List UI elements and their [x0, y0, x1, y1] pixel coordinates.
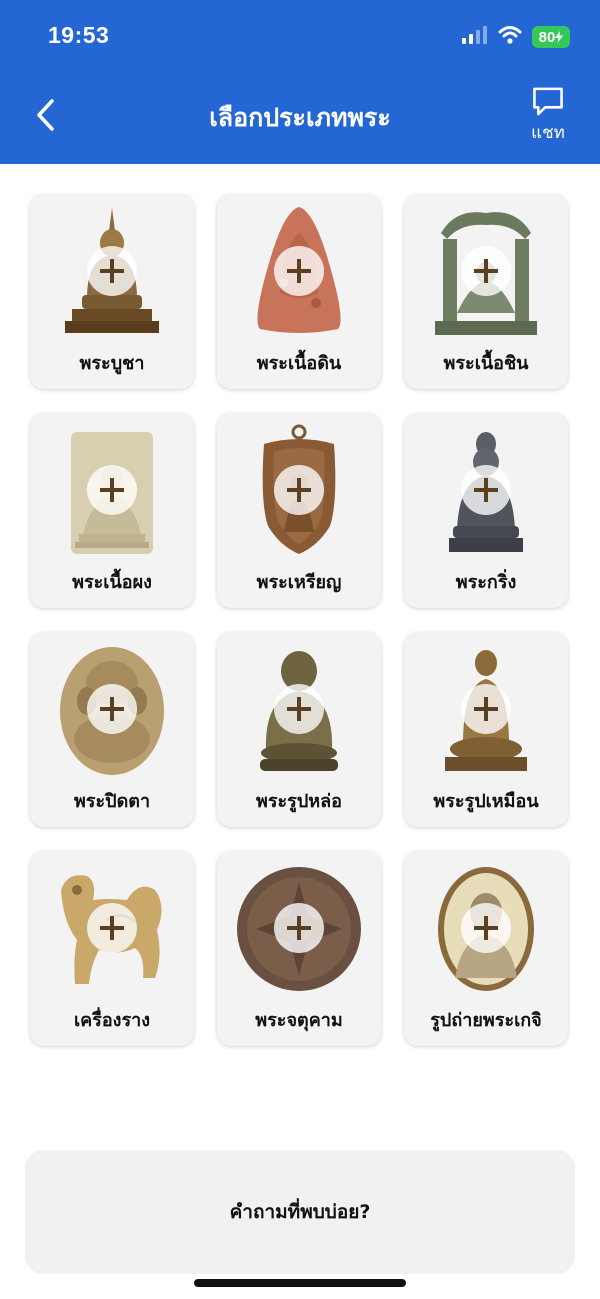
page-title: เลือกประเภทพระ — [209, 103, 391, 132]
category-label: พระเนื้อชิน — [443, 353, 529, 374]
chat-button[interactable]: แชท — [518, 86, 578, 146]
category-card-bucha[interactable]: พระบูชา — [30, 194, 194, 389]
battery-indicator: 80 — [532, 26, 570, 48]
plus-icon — [474, 916, 498, 940]
faq-button[interactable]: คำถามที่พบบ่อย? — [25, 1150, 575, 1274]
category-card-rup-lo[interactable]: พระรูปหล่อ — [217, 632, 381, 827]
charging-icon — [555, 31, 564, 43]
status-time: 19:53 — [48, 22, 110, 48]
plus-icon — [100, 697, 124, 721]
category-grid: พระบูชา พระเนื้อดิน พระเนื้อชิน พระเนื้อ… — [30, 194, 570, 1046]
category-card-nuea-chin[interactable]: พระเนื้อชิน — [404, 194, 568, 389]
add-badge — [274, 465, 324, 515]
category-card-nuea-din[interactable]: พระเนื้อดิน — [217, 194, 381, 389]
category-card-kring[interactable]: พระกริ่ง — [404, 413, 568, 608]
plus-icon — [474, 478, 498, 502]
add-badge — [87, 903, 137, 953]
add-badge — [274, 684, 324, 734]
plus-icon — [100, 259, 124, 283]
signal-icon — [462, 26, 488, 48]
wifi-icon — [498, 26, 522, 48]
category-label: พระเหรียญ — [256, 572, 342, 593]
add-badge — [274, 903, 324, 953]
category-card-rian[interactable]: พระเหรียญ — [217, 413, 381, 608]
category-label: พระเนื้อดิน — [256, 353, 342, 374]
plus-icon — [287, 916, 311, 940]
category-label: เครื่องราง — [73, 1010, 151, 1031]
chat-bubble-icon — [533, 87, 563, 116]
plus-icon — [100, 478, 124, 502]
category-label: พระรูปเหมือน — [433, 791, 539, 812]
add-badge — [87, 246, 137, 296]
category-label: รูปถ่ายพระเกจิ — [430, 1010, 542, 1031]
category-card-pidta[interactable]: พระปิดตา — [30, 632, 194, 827]
category-card-jatukam[interactable]: พระจตุคาม — [217, 851, 381, 1046]
add-badge — [461, 246, 511, 296]
add-badge — [461, 903, 511, 953]
faq-label: คำถามที่พบบ่อย? — [229, 1201, 371, 1223]
category-label: พระกริ่ง — [455, 572, 517, 593]
add-badge — [87, 684, 137, 734]
category-label: พระเนื้อผง — [72, 572, 152, 593]
chat-label: แชท — [531, 123, 565, 143]
app-header: 19:53 80 เลือกประเภทพระ แชท — [0, 0, 600, 164]
add-badge — [461, 465, 511, 515]
plus-icon — [287, 259, 311, 283]
category-label: พระจตุคาม — [255, 1010, 343, 1031]
category-card-rup-thai[interactable]: รูปถ่ายพระเกจิ — [404, 851, 568, 1046]
category-label: พระรูปหล่อ — [255, 791, 342, 812]
category-card-khrueang-rang[interactable]: เครื่องราง — [30, 851, 194, 1046]
status-icons: 80 — [462, 26, 570, 48]
category-card-rup-muean[interactable]: พระรูปเหมือน — [404, 632, 568, 827]
plus-icon — [287, 478, 311, 502]
plus-icon — [287, 697, 311, 721]
add-badge — [461, 684, 511, 734]
add-badge — [87, 465, 137, 515]
category-label: พระบูชา — [79, 353, 145, 374]
category-card-nuea-phong[interactable]: พระเนื้อผง — [30, 413, 194, 608]
home-indicator[interactable] — [194, 1279, 406, 1287]
category-label: พระปิดตา — [73, 791, 151, 812]
battery-level: 80 — [538, 28, 556, 46]
add-badge — [274, 246, 324, 296]
plus-icon — [474, 259, 498, 283]
plus-icon — [474, 697, 498, 721]
plus-icon — [100, 916, 124, 940]
